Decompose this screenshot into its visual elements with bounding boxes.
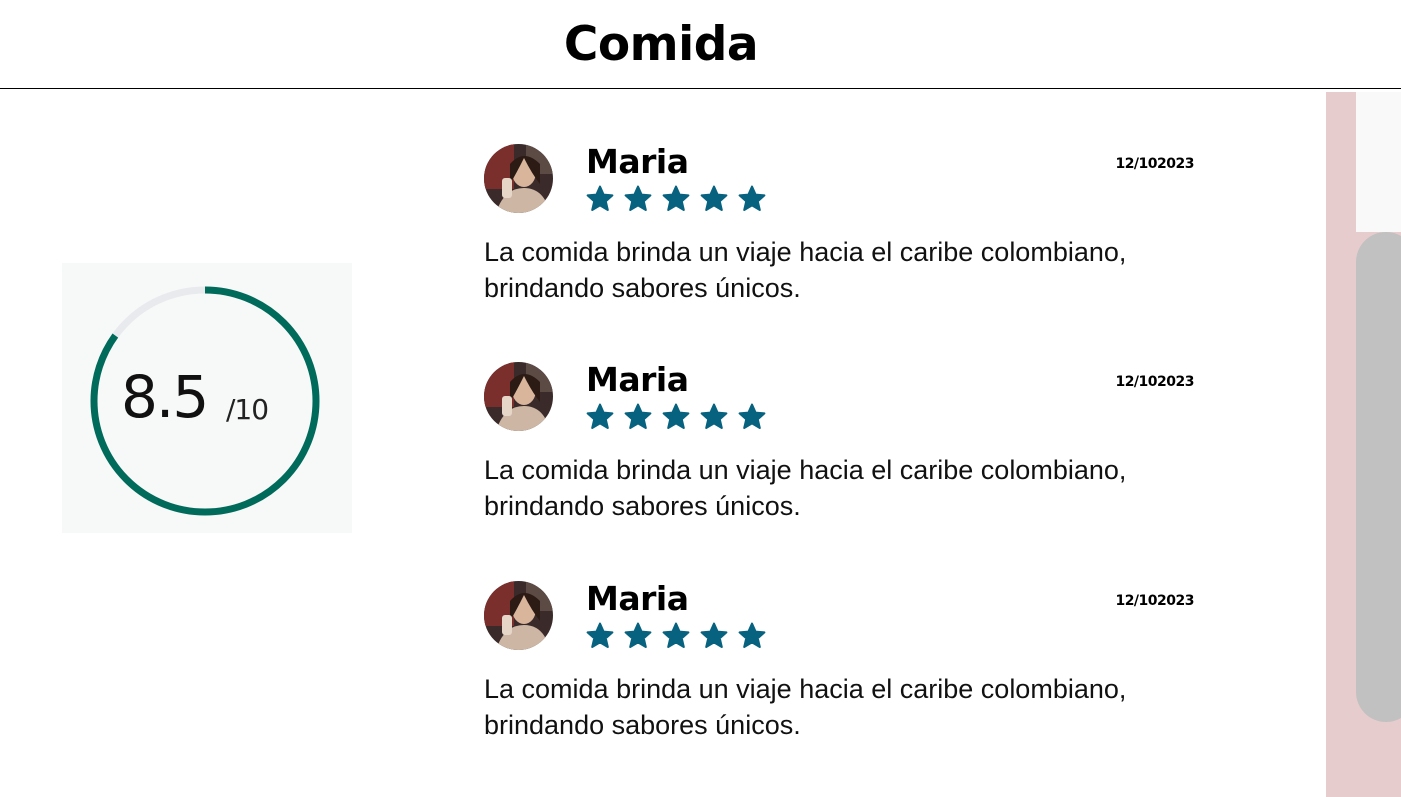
star-rating [586, 622, 766, 650]
star-icon [624, 403, 652, 429]
star-icon [662, 403, 690, 429]
star-icon [586, 403, 614, 429]
star-icon [624, 622, 652, 648]
review-card: Maria 12/102023 La comida brinda un viaj… [484, 360, 1204, 562]
review-date: 12/102023 [1115, 156, 1194, 172]
star-icon [738, 403, 766, 429]
reviewer-name: Maria [586, 142, 689, 181]
star-icon [738, 622, 766, 648]
reviewer-name: Maria [586, 360, 689, 399]
reviewer-avatar[interactable] [484, 144, 553, 213]
star-icon [700, 622, 728, 648]
star-icon [586, 622, 614, 648]
page-header: Comida [0, 0, 1401, 89]
star-icon [586, 185, 614, 211]
page-title: Comida [563, 17, 759, 72]
star-icon [662, 185, 690, 211]
review-date: 12/102023 [1115, 593, 1194, 609]
scrollbar-top-area [1356, 92, 1401, 232]
score-value: 8.5 [121, 363, 209, 431]
scrollbar-thumb[interactable] [1356, 232, 1401, 722]
review-text: La comida brinda un viaje hacia el carib… [484, 237, 1127, 303]
star-icon [738, 185, 766, 211]
review-date: 12/102023 [1115, 374, 1194, 390]
reviewer-avatar[interactable] [484, 362, 553, 431]
star-rating [586, 403, 766, 431]
reviewer-name: Maria [586, 579, 689, 618]
star-icon [662, 622, 690, 648]
review-text: La comida brinda un viaje hacia el carib… [484, 455, 1127, 521]
reviewer-avatar[interactable] [484, 581, 553, 650]
review-card: Maria 12/102023 La comida brinda un viaj… [484, 579, 1204, 781]
star-rating [586, 185, 766, 213]
review-text: La comida brinda un viaje hacia el carib… [484, 674, 1127, 740]
star-icon [700, 185, 728, 211]
avatar-photo [484, 362, 553, 431]
avatar-photo [484, 144, 553, 213]
review-card: Maria 12/102023 La comida brinda un viaj… [484, 142, 1204, 344]
avatar-photo [484, 581, 553, 650]
star-icon [700, 403, 728, 429]
star-icon [624, 185, 652, 211]
score-max: /10 [226, 393, 269, 426]
